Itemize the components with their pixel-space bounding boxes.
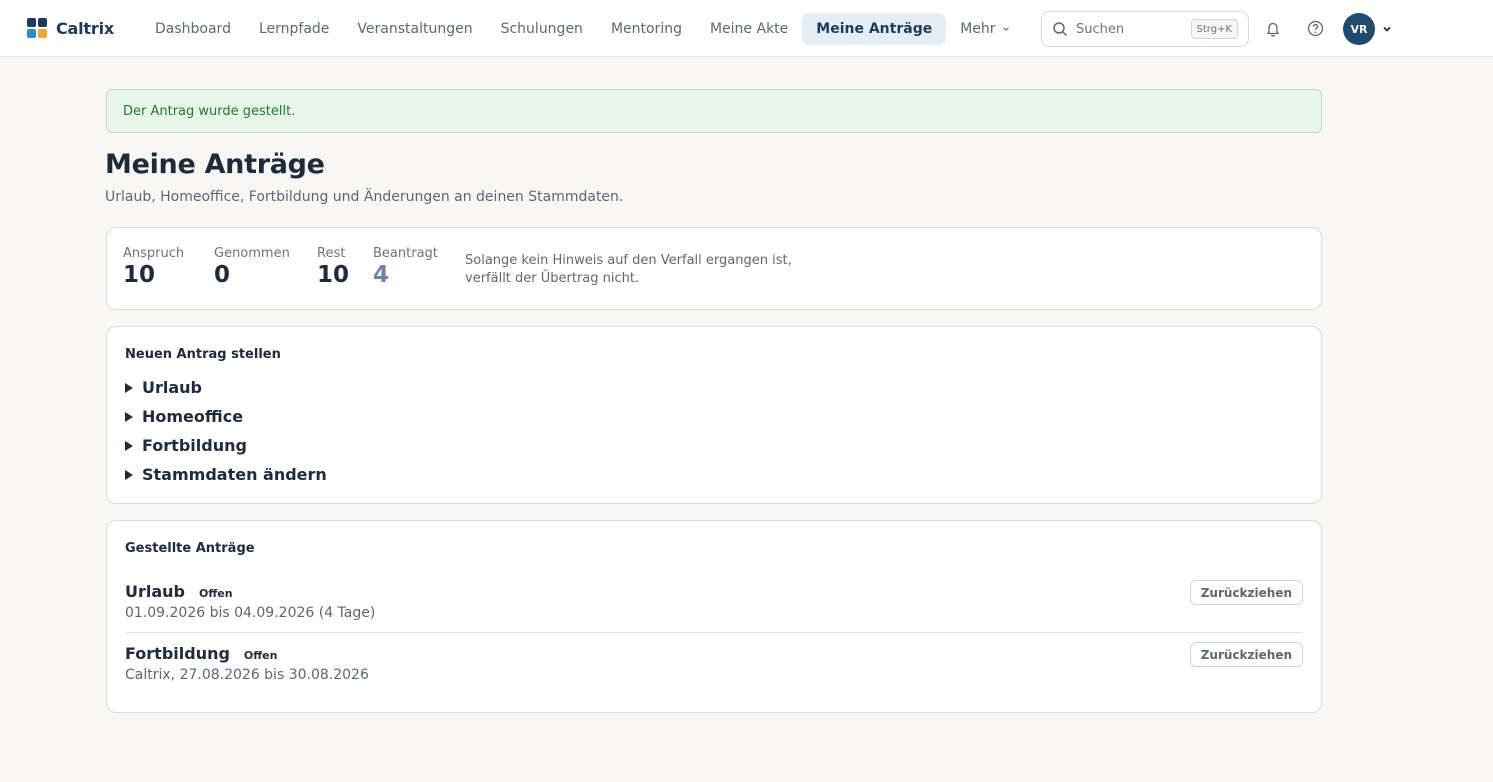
bell-icon xyxy=(1267,22,1279,37)
stat-value: 10 xyxy=(317,262,350,288)
nav-item-meine-antraege[interactable]: Meine Anträge xyxy=(802,13,947,45)
list-item: Urlaub Offen 01.09.2026 bis 04.09.2026 (… xyxy=(125,580,1303,621)
chevron-down-icon[interactable] xyxy=(1382,24,1392,34)
new-request-title: Neuen Antrag stellen xyxy=(125,347,281,362)
list-item: Fortbildung Offen Caltrix, 27.08.2026 bi… xyxy=(125,642,1303,683)
status-badge: Offen xyxy=(199,587,233,600)
request-option-label: Fortbildung xyxy=(142,436,247,455)
notifications-button[interactable] xyxy=(1263,18,1283,38)
request-detail: 01.09.2026 bis 04.09.2026 (4 Tage) xyxy=(125,605,376,621)
nav-item-veranstaltungen[interactable]: Veranstaltungen xyxy=(343,13,486,45)
main-nav: Dashboard Lernpfade Veranstaltungen Schu… xyxy=(141,13,1024,45)
stat-genommen: Genommen 0 xyxy=(214,246,290,288)
stat-value: 0 xyxy=(214,262,231,288)
stat-rest: Rest 10 xyxy=(317,246,349,288)
nav-item-lernpfade[interactable]: Lernpfade xyxy=(245,13,343,45)
disclosure-triangle-icon xyxy=(125,382,133,393)
nav-item-mehr[interactable]: Mehr xyxy=(946,13,1023,45)
status-badge: Offen xyxy=(243,649,278,662)
withdraw-button[interactable]: Zurückziehen xyxy=(1189,642,1303,667)
avatar[interactable]: VR xyxy=(1343,13,1375,45)
brand-logo[interactable]: Caltrix xyxy=(27,18,114,38)
alert-message: Der Antrag wurde gestellt. xyxy=(123,103,296,119)
disclosure-triangle-icon xyxy=(125,440,133,451)
submitted-requests-card: Gestellte Anträge Urlaub Offen 01.09.202… xyxy=(106,520,1322,713)
page-title: Meine Anträge xyxy=(105,149,325,180)
search-placeholder: Suchen xyxy=(1076,21,1125,37)
nav-item-mehr-label: Mehr xyxy=(960,21,996,37)
request-option-urlaub[interactable]: Urlaub xyxy=(125,378,202,397)
request-detail: Caltrix, 27.08.2026 bis 30.08.2026 xyxy=(125,667,369,683)
new-request-card: Neuen Antrag stellen Urlaub Homeoffice F… xyxy=(106,326,1322,504)
search-icon xyxy=(1053,22,1068,37)
request-type: Fortbildung xyxy=(125,644,230,663)
chevron-down-icon xyxy=(1002,27,1009,31)
nav-item-dashboard[interactable]: Dashboard xyxy=(141,13,245,45)
nav-item-schulungen[interactable]: Schulungen xyxy=(487,13,597,45)
help-icon xyxy=(1307,20,1323,36)
brand-name: Caltrix xyxy=(56,18,114,38)
request-option-fortbildung[interactable]: Fortbildung xyxy=(125,436,247,455)
page-subtitle: Urlaub, Homeoffice, Fortbildung und Ände… xyxy=(105,189,624,205)
request-option-label: Homeoffice xyxy=(142,407,244,426)
withdraw-button[interactable]: Zurückziehen xyxy=(1189,580,1303,605)
carryover-note-line: verfällt der Übertrag nicht. xyxy=(465,271,640,286)
stat-label: Genommen xyxy=(214,246,290,261)
request-option-label: Urlaub xyxy=(142,378,203,397)
nav-item-mentoring[interactable]: Mentoring xyxy=(597,13,696,45)
disclosure-triangle-icon xyxy=(125,411,133,422)
vacation-stats-card: Anspruch 10 Genommen 0 Rest 10 Beantragt… xyxy=(106,227,1322,310)
stat-anspruch: Anspruch 10 xyxy=(123,246,184,288)
stat-value: 4 xyxy=(373,262,390,288)
help-button[interactable] xyxy=(1305,18,1325,38)
stat-label: Beantragt xyxy=(373,246,438,261)
request-option-homeoffice[interactable]: Homeoffice xyxy=(125,407,243,426)
stat-label: Rest xyxy=(317,246,346,261)
carryover-note: Solange kein Hinweis auf den Verfall erg… xyxy=(465,252,805,288)
request-option-stammdaten[interactable]: Stammdaten ändern xyxy=(125,465,327,484)
stat-value: 10 xyxy=(123,262,156,288)
request-option-label: Stammdaten ändern xyxy=(142,465,327,484)
submitted-requests-title: Gestellte Anträge xyxy=(125,541,255,556)
request-type: Urlaub xyxy=(125,582,186,601)
disclosure-triangle-icon xyxy=(125,469,133,480)
search-input[interactable]: Suchen Strg+K xyxy=(1041,11,1249,47)
search-shortcut-badge: Strg+K xyxy=(1190,19,1238,39)
top-navigation-bar: Caltrix Dashboard Lernpfade Veranstaltun… xyxy=(0,0,1493,57)
stat-label: Anspruch xyxy=(123,246,185,261)
divider xyxy=(125,632,1303,633)
success-alert: Der Antrag wurde gestellt. xyxy=(106,89,1322,133)
carryover-note-line: Solange kein Hinweis auf den Verfall erg… xyxy=(465,253,792,268)
stat-beantragt: Beantragt 4 xyxy=(373,246,438,288)
logo-icon xyxy=(27,18,47,38)
nav-item-meine-akte[interactable]: Meine Akte xyxy=(696,13,802,45)
